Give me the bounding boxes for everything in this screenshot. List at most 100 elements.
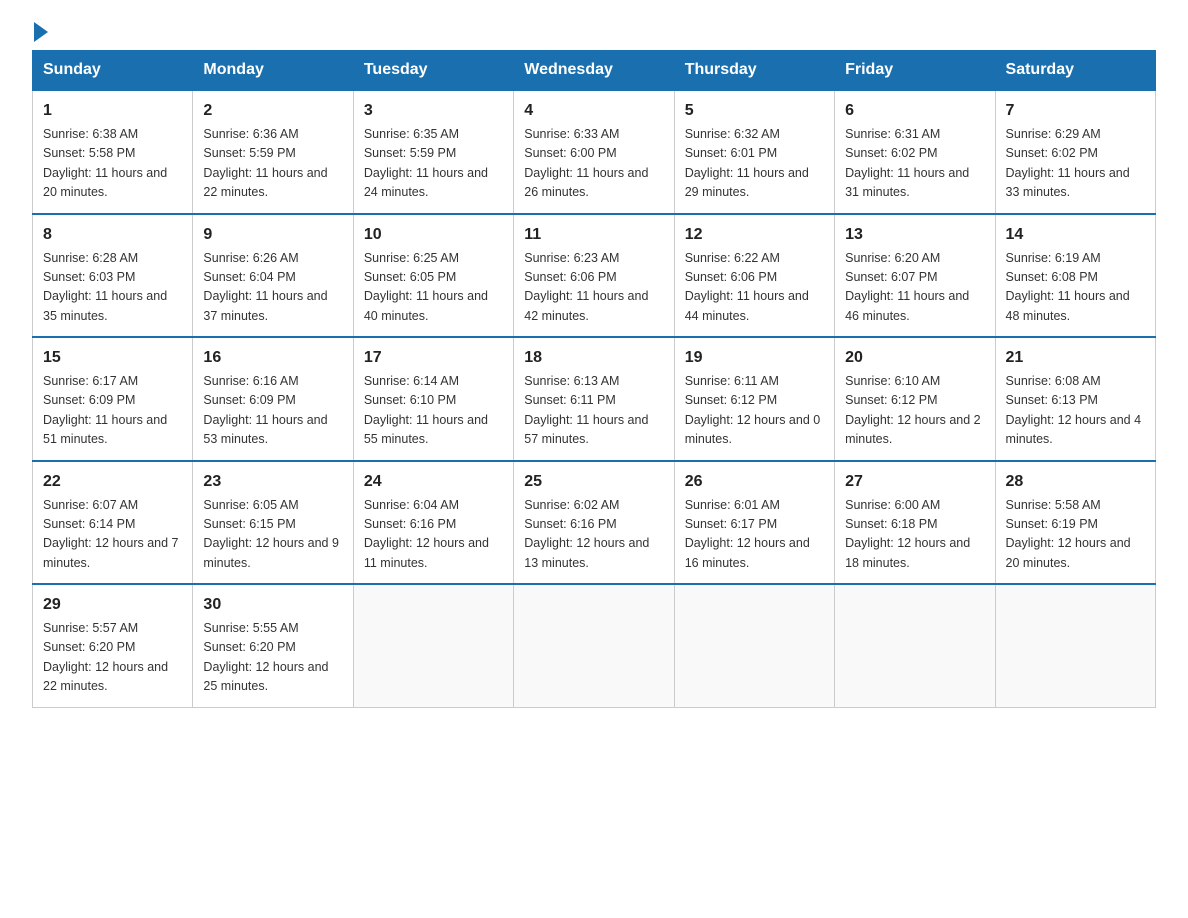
calendar-cell: 1Sunrise: 6:38 AMSunset: 5:58 PMDaylight… <box>33 90 193 214</box>
day-info: Sunrise: 6:02 AMSunset: 6:16 PMDaylight:… <box>524 496 663 574</box>
day-number: 28 <box>1006 470 1145 494</box>
calendar-header-row: SundayMondayTuesdayWednesdayThursdayFrid… <box>33 51 1156 91</box>
day-number: 27 <box>845 470 984 494</box>
calendar-cell <box>995 584 1155 707</box>
day-info: Sunrise: 6:33 AMSunset: 6:00 PMDaylight:… <box>524 125 663 203</box>
day-number: 5 <box>685 99 824 123</box>
day-number: 1 <box>43 99 182 123</box>
day-number: 2 <box>203 99 342 123</box>
day-number: 18 <box>524 346 663 370</box>
calendar-cell: 21Sunrise: 6:08 AMSunset: 6:13 PMDayligh… <box>995 337 1155 461</box>
calendar-cell: 18Sunrise: 6:13 AMSunset: 6:11 PMDayligh… <box>514 337 674 461</box>
calendar-cell: 4Sunrise: 6:33 AMSunset: 6:00 PMDaylight… <box>514 90 674 214</box>
calendar-cell: 12Sunrise: 6:22 AMSunset: 6:06 PMDayligh… <box>674 214 834 338</box>
day-info: Sunrise: 6:00 AMSunset: 6:18 PMDaylight:… <box>845 496 984 574</box>
day-number: 9 <box>203 223 342 247</box>
calendar-cell: 17Sunrise: 6:14 AMSunset: 6:10 PMDayligh… <box>353 337 513 461</box>
day-number: 11 <box>524 223 663 247</box>
day-info: Sunrise: 6:35 AMSunset: 5:59 PMDaylight:… <box>364 125 503 203</box>
calendar-cell: 30Sunrise: 5:55 AMSunset: 6:20 PMDayligh… <box>193 584 353 707</box>
calendar-cell <box>514 584 674 707</box>
calendar-cell: 23Sunrise: 6:05 AMSunset: 6:15 PMDayligh… <box>193 461 353 585</box>
calendar-cell: 2Sunrise: 6:36 AMSunset: 5:59 PMDaylight… <box>193 90 353 214</box>
day-info: Sunrise: 6:32 AMSunset: 6:01 PMDaylight:… <box>685 125 824 203</box>
day-number: 30 <box>203 593 342 617</box>
calendar-cell <box>835 584 995 707</box>
day-info: Sunrise: 6:13 AMSunset: 6:11 PMDaylight:… <box>524 372 663 450</box>
calendar-week-row: 29Sunrise: 5:57 AMSunset: 6:20 PMDayligh… <box>33 584 1156 707</box>
day-number: 8 <box>43 223 182 247</box>
day-info: Sunrise: 6:04 AMSunset: 6:16 PMDaylight:… <box>364 496 503 574</box>
calendar-cell: 28Sunrise: 5:58 AMSunset: 6:19 PMDayligh… <box>995 461 1155 585</box>
day-number: 10 <box>364 223 503 247</box>
calendar-cell: 24Sunrise: 6:04 AMSunset: 6:16 PMDayligh… <box>353 461 513 585</box>
day-info: Sunrise: 6:07 AMSunset: 6:14 PMDaylight:… <box>43 496 182 574</box>
calendar-week-row: 22Sunrise: 6:07 AMSunset: 6:14 PMDayligh… <box>33 461 1156 585</box>
day-info: Sunrise: 6:29 AMSunset: 6:02 PMDaylight:… <box>1006 125 1145 203</box>
day-info: Sunrise: 6:17 AMSunset: 6:09 PMDaylight:… <box>43 372 182 450</box>
calendar-cell <box>674 584 834 707</box>
day-info: Sunrise: 6:26 AMSunset: 6:04 PMDaylight:… <box>203 249 342 327</box>
calendar-cell: 20Sunrise: 6:10 AMSunset: 6:12 PMDayligh… <box>835 337 995 461</box>
day-number: 20 <box>845 346 984 370</box>
day-info: Sunrise: 6:16 AMSunset: 6:09 PMDaylight:… <box>203 372 342 450</box>
day-number: 12 <box>685 223 824 247</box>
day-number: 22 <box>43 470 182 494</box>
calendar-cell: 16Sunrise: 6:16 AMSunset: 6:09 PMDayligh… <box>193 337 353 461</box>
day-info: Sunrise: 6:22 AMSunset: 6:06 PMDaylight:… <box>685 249 824 327</box>
calendar-cell: 5Sunrise: 6:32 AMSunset: 6:01 PMDaylight… <box>674 90 834 214</box>
header-thursday: Thursday <box>674 51 834 91</box>
day-info: Sunrise: 6:25 AMSunset: 6:05 PMDaylight:… <box>364 249 503 327</box>
day-number: 26 <box>685 470 824 494</box>
day-info: Sunrise: 6:23 AMSunset: 6:06 PMDaylight:… <box>524 249 663 327</box>
calendar-cell: 15Sunrise: 6:17 AMSunset: 6:09 PMDayligh… <box>33 337 193 461</box>
day-number: 4 <box>524 99 663 123</box>
day-info: Sunrise: 6:20 AMSunset: 6:07 PMDaylight:… <box>845 249 984 327</box>
day-info: Sunrise: 6:08 AMSunset: 6:13 PMDaylight:… <box>1006 372 1145 450</box>
calendar-cell: 19Sunrise: 6:11 AMSunset: 6:12 PMDayligh… <box>674 337 834 461</box>
day-number: 24 <box>364 470 503 494</box>
header-wednesday: Wednesday <box>514 51 674 91</box>
day-number: 16 <box>203 346 342 370</box>
calendar-cell: 25Sunrise: 6:02 AMSunset: 6:16 PMDayligh… <box>514 461 674 585</box>
header-friday: Friday <box>835 51 995 91</box>
day-info: Sunrise: 6:05 AMSunset: 6:15 PMDaylight:… <box>203 496 342 574</box>
day-number: 6 <box>845 99 984 123</box>
calendar-cell: 3Sunrise: 6:35 AMSunset: 5:59 PMDaylight… <box>353 90 513 214</box>
day-info: Sunrise: 5:58 AMSunset: 6:19 PMDaylight:… <box>1006 496 1145 574</box>
day-number: 17 <box>364 346 503 370</box>
logo-arrow-icon <box>34 22 48 42</box>
calendar-cell: 9Sunrise: 6:26 AMSunset: 6:04 PMDaylight… <box>193 214 353 338</box>
header-tuesday: Tuesday <box>353 51 513 91</box>
calendar-cell: 10Sunrise: 6:25 AMSunset: 6:05 PMDayligh… <box>353 214 513 338</box>
day-number: 7 <box>1006 99 1145 123</box>
calendar-cell: 7Sunrise: 6:29 AMSunset: 6:02 PMDaylight… <box>995 90 1155 214</box>
day-info: Sunrise: 6:31 AMSunset: 6:02 PMDaylight:… <box>845 125 984 203</box>
calendar-cell: 29Sunrise: 5:57 AMSunset: 6:20 PMDayligh… <box>33 584 193 707</box>
calendar-cell: 27Sunrise: 6:00 AMSunset: 6:18 PMDayligh… <box>835 461 995 585</box>
day-info: Sunrise: 6:01 AMSunset: 6:17 PMDaylight:… <box>685 496 824 574</box>
day-info: Sunrise: 6:19 AMSunset: 6:08 PMDaylight:… <box>1006 249 1145 327</box>
header-sunday: Sunday <box>33 51 193 91</box>
day-number: 29 <box>43 593 182 617</box>
calendar-cell: 26Sunrise: 6:01 AMSunset: 6:17 PMDayligh… <box>674 461 834 585</box>
calendar-cell: 22Sunrise: 6:07 AMSunset: 6:14 PMDayligh… <box>33 461 193 585</box>
calendar-cell <box>353 584 513 707</box>
calendar-cell: 14Sunrise: 6:19 AMSunset: 6:08 PMDayligh… <box>995 214 1155 338</box>
day-number: 21 <box>1006 346 1145 370</box>
calendar-cell: 6Sunrise: 6:31 AMSunset: 6:02 PMDaylight… <box>835 90 995 214</box>
day-number: 15 <box>43 346 182 370</box>
day-info: Sunrise: 6:38 AMSunset: 5:58 PMDaylight:… <box>43 125 182 203</box>
day-info: Sunrise: 6:14 AMSunset: 6:10 PMDaylight:… <box>364 372 503 450</box>
day-number: 23 <box>203 470 342 494</box>
day-number: 3 <box>364 99 503 123</box>
calendar-cell: 8Sunrise: 6:28 AMSunset: 6:03 PMDaylight… <box>33 214 193 338</box>
day-info: Sunrise: 6:10 AMSunset: 6:12 PMDaylight:… <box>845 372 984 450</box>
calendar-week-row: 1Sunrise: 6:38 AMSunset: 5:58 PMDaylight… <box>33 90 1156 214</box>
calendar-week-row: 15Sunrise: 6:17 AMSunset: 6:09 PMDayligh… <box>33 337 1156 461</box>
calendar-week-row: 8Sunrise: 6:28 AMSunset: 6:03 PMDaylight… <box>33 214 1156 338</box>
header-saturday: Saturday <box>995 51 1155 91</box>
page-header <box>32 24 1156 38</box>
calendar-table: SundayMondayTuesdayWednesdayThursdayFrid… <box>32 50 1156 708</box>
day-info: Sunrise: 5:57 AMSunset: 6:20 PMDaylight:… <box>43 619 182 697</box>
